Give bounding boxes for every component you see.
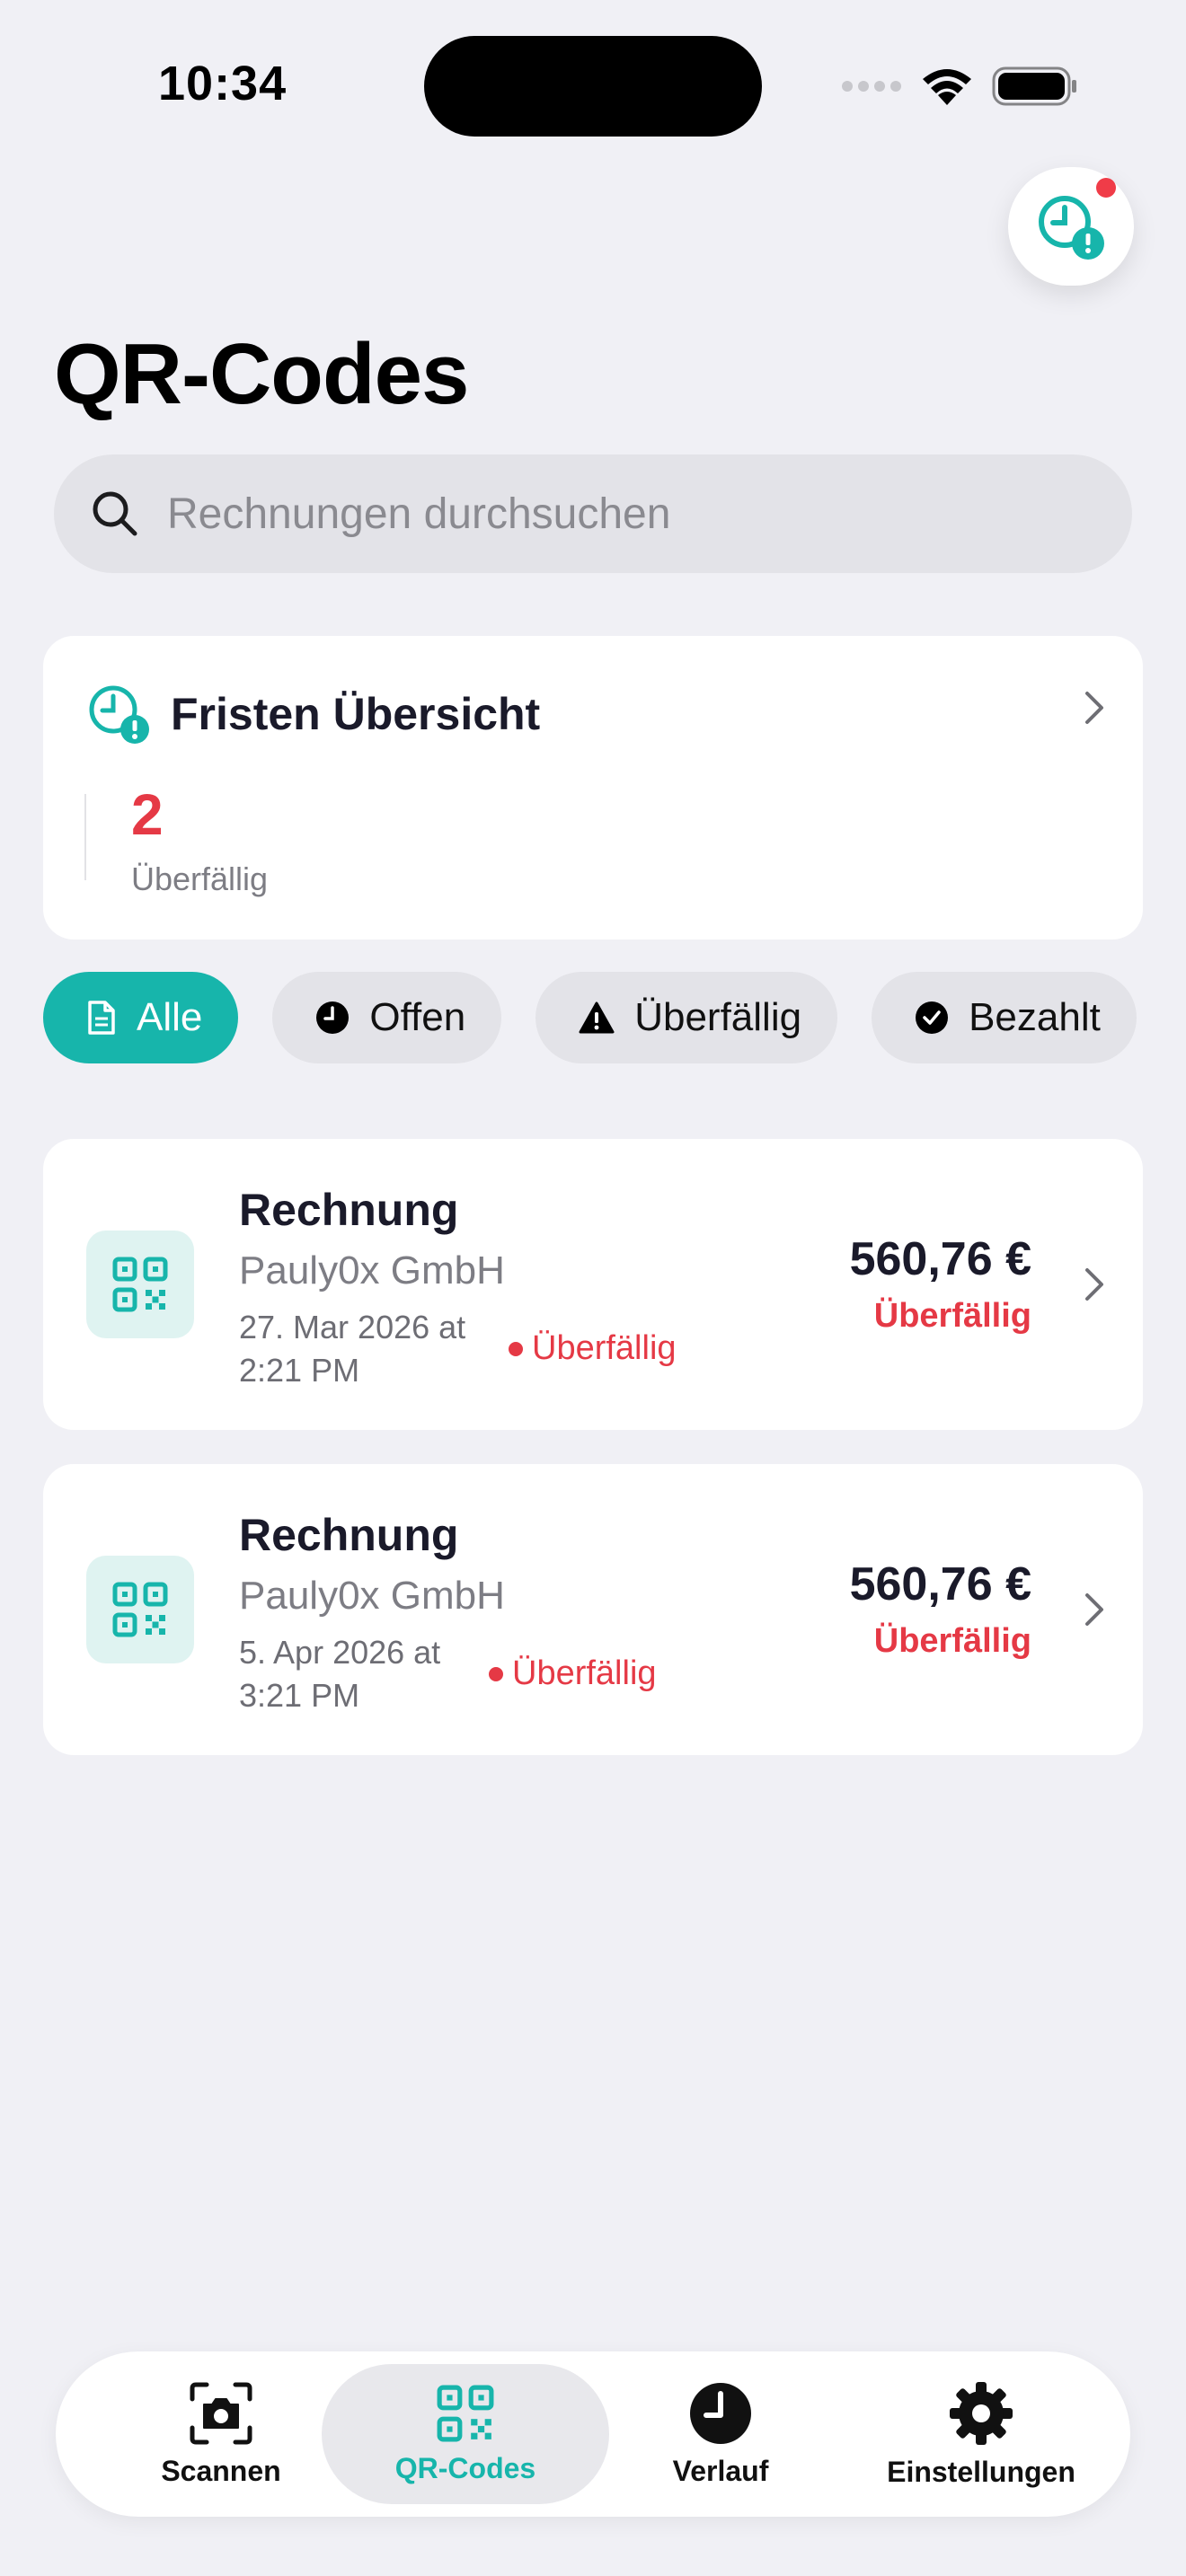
gear-icon xyxy=(950,2381,1013,2445)
chevron-right-icon xyxy=(1085,1593,1103,1626)
invoice-status-badge: Überfällig xyxy=(873,1622,1031,1660)
filter-label: Bezahlt xyxy=(969,995,1101,1039)
invoice-amount: 560,76 € xyxy=(849,1558,1031,1610)
search-bar[interactable] xyxy=(54,454,1132,573)
invoice-vendor: Pauly0x GmbH xyxy=(239,1248,505,1292)
signal-icon xyxy=(842,81,901,92)
filter-open[interactable]: Offen xyxy=(272,972,502,1063)
filter-paid[interactable]: Bezahlt xyxy=(872,972,1137,1063)
clock-alert-icon xyxy=(1039,196,1104,260)
tab-scan[interactable]: Scannen xyxy=(124,2351,318,2517)
clock-icon xyxy=(316,1001,350,1034)
chevron-right-icon xyxy=(1085,1268,1103,1301)
qr-code-icon xyxy=(112,1257,168,1312)
divider xyxy=(84,794,86,880)
clock-icon xyxy=(690,2382,751,2444)
search-input[interactable] xyxy=(165,488,1067,540)
tab-label: Verlauf xyxy=(672,2454,769,2487)
invoice-status: Überfällig xyxy=(489,1654,657,1693)
invoice-title: Rechnung xyxy=(239,1510,459,1560)
invoice-status-label: Überfällig xyxy=(532,1329,677,1367)
invoice-status-label: Überfällig xyxy=(512,1654,657,1692)
filter-label: Offen xyxy=(369,995,466,1039)
tab-settings[interactable]: Einstellungen xyxy=(864,2351,1098,2517)
tab-history[interactable]: Verlauf xyxy=(631,2351,810,2517)
camera-icon xyxy=(190,2382,252,2444)
page-title: QR-Codes xyxy=(54,326,469,422)
invoice-thumbnail xyxy=(86,1556,194,1663)
warning-icon xyxy=(579,1001,615,1034)
tab-label: Einstellungen xyxy=(887,2455,1075,2488)
invoice-date: 5. Apr 2026 at 3:21 PM xyxy=(239,1634,441,1714)
overdue-label: Überfällig xyxy=(131,860,269,897)
filter-chips: Alle Offen Überfällig Bezahlt xyxy=(43,972,1137,1063)
invoice-card[interactable]: Rechnung Pauly0x GmbH 27. Mar 2026 at 2:… xyxy=(43,1139,1143,1430)
tab-qr-codes[interactable]: QR-Codes xyxy=(322,2364,609,2504)
invoice-date: 27. Mar 2026 at 2:21 PM xyxy=(239,1309,466,1389)
invoice-status-badge: Überfällig xyxy=(873,1297,1031,1335)
document-icon xyxy=(88,1001,115,1035)
tab-label: QR-Codes xyxy=(394,2451,536,2484)
dynamic-island xyxy=(424,36,762,137)
battery-icon xyxy=(992,66,1076,106)
filter-overdue[interactable]: Überfällig xyxy=(535,972,838,1063)
overdue-count: 2 xyxy=(131,782,164,847)
status-icons xyxy=(841,63,1078,110)
filter-label: Alle xyxy=(137,995,203,1039)
search-icon xyxy=(93,491,137,536)
wifi-icon xyxy=(923,69,971,105)
tab-bar: Scannen QR-Codes Verlauf Einstellungen xyxy=(56,2351,1130,2517)
status-dot xyxy=(489,1666,503,1681)
deadline-alert-button[interactable] xyxy=(1008,167,1134,286)
invoice-title: Rechnung xyxy=(239,1185,459,1235)
invoice-amount: 560,76 € xyxy=(849,1233,1031,1285)
deadline-overview-title: Fristen Übersicht xyxy=(171,689,541,739)
qr-code-icon xyxy=(437,2385,494,2441)
chevron-right-icon xyxy=(1085,692,1103,724)
notification-dot xyxy=(1096,178,1116,198)
deadline-overview-card[interactable]: Fristen Übersicht 2 Überfällig xyxy=(43,636,1143,940)
tab-label: Scannen xyxy=(161,2454,281,2487)
invoice-card[interactable]: Rechnung Pauly0x GmbH 5. Apr 2026 at 3:2… xyxy=(43,1464,1143,1755)
invoice-vendor: Pauly0x GmbH xyxy=(239,1574,505,1618)
qr-code-icon xyxy=(112,1582,168,1637)
filter-label: Überfällig xyxy=(634,995,802,1039)
invoice-thumbnail xyxy=(86,1231,194,1338)
filter-all[interactable]: Alle xyxy=(43,972,239,1063)
invoice-status: Überfällig xyxy=(509,1329,677,1368)
checkmark-icon xyxy=(916,1001,949,1034)
clock-alert-icon xyxy=(89,685,149,744)
status-time: 10:34 xyxy=(158,57,288,110)
status-dot xyxy=(509,1341,523,1356)
